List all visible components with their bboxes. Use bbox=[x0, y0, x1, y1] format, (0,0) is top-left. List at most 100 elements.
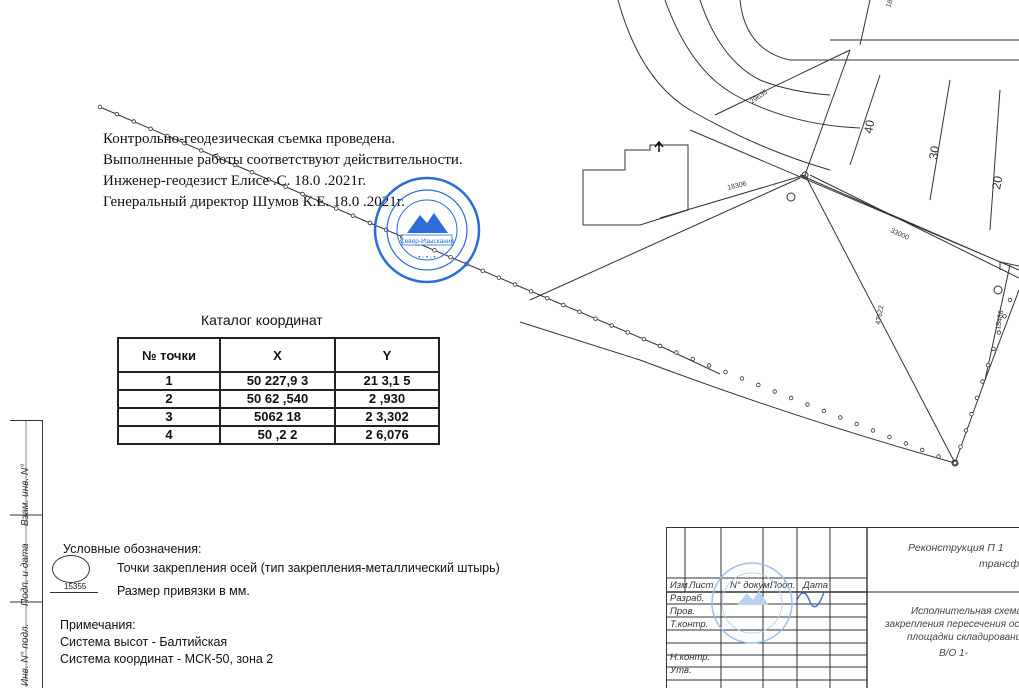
attestation-line: Выполненные работы соответствуют действи… bbox=[103, 152, 463, 168]
survey-point-dot bbox=[625, 330, 630, 335]
fixing-point-symbol-icon bbox=[52, 555, 90, 583]
catalog-title: Каталог координат bbox=[201, 312, 323, 328]
table-header-row: № точки X Y bbox=[117, 337, 440, 373]
road-curve-middle bbox=[664, 0, 861, 129]
tb-doc-line4: В/О 1- bbox=[939, 648, 968, 659]
survey-point-dot bbox=[996, 330, 1002, 335]
survey-point-dot bbox=[739, 376, 745, 381]
title-block-stamp-icon bbox=[711, 562, 793, 644]
survey-point-dot bbox=[952, 460, 958, 466]
title-block: Изм Лист N° докум. Подп. Дата Разраб. Пр… bbox=[666, 527, 1019, 688]
dim-label: 33000 bbox=[889, 227, 910, 241]
dim-label: 18306 bbox=[727, 180, 748, 192]
survey-point-dot bbox=[561, 302, 566, 308]
building-outline bbox=[582, 144, 689, 226]
survey-point-dot bbox=[706, 363, 712, 368]
attestation-line: Контрольно-геодезическая съемка проведен… bbox=[103, 131, 396, 147]
survey-point-dot bbox=[641, 336, 647, 342]
tb-doc-line3: площадки складирования bbox=[907, 632, 1019, 643]
tb-role: Пров. bbox=[670, 606, 696, 617]
point-number: 4 bbox=[117, 425, 221, 445]
north-arrow-icon bbox=[654, 140, 664, 152]
point-marker bbox=[786, 192, 796, 202]
notes-title: Примечания: bbox=[60, 618, 136, 632]
coordinates-table: № точки X Y 1 50 227,9 3 21 3,1 5 2 50 6… bbox=[117, 337, 440, 445]
platform-label: 30 bbox=[926, 145, 942, 161]
survey-point-dot bbox=[991, 346, 996, 352]
svg-text:• ◦ • ◦ •: • ◦ • ◦ • bbox=[418, 255, 435, 261]
survey-point-dot bbox=[980, 379, 985, 384]
point-number: 3 bbox=[117, 407, 221, 427]
road-curve-inner bbox=[699, 0, 831, 96]
survey-point-dot bbox=[690, 356, 695, 362]
tb-role: Т.контр. bbox=[670, 619, 709, 630]
x-value: 50 62 ,540 bbox=[219, 389, 336, 409]
survey-line-curve bbox=[519, 321, 956, 464]
measure-line-3 bbox=[529, 177, 801, 301]
company-stamp-icon: Север-Изыскания • ◦ • ◦ • bbox=[373, 176, 481, 284]
survey-point-dot bbox=[593, 316, 598, 321]
survey-point-dot bbox=[496, 275, 502, 280]
tb-role: Утв. bbox=[670, 665, 692, 676]
survey-point-dot bbox=[772, 389, 777, 394]
x-value: 50 ,2 2 bbox=[219, 425, 336, 445]
notes-coordinate-system: Система координат - МСК-50, зона 2 bbox=[60, 652, 274, 666]
survey-point-dot bbox=[528, 289, 534, 294]
dimension-symbol-icon bbox=[50, 592, 98, 593]
survey-point-dot bbox=[969, 411, 974, 417]
survey-point-dot bbox=[545, 295, 550, 301]
dim-label: 15486 bbox=[995, 310, 1005, 330]
survey-point-dot bbox=[350, 213, 356, 218]
y-value: 2 6,076 bbox=[334, 425, 440, 445]
tb-role: Разраб. bbox=[670, 593, 705, 604]
x-value: 5062 18 bbox=[219, 407, 336, 427]
survey-point-dot bbox=[609, 323, 614, 328]
survey-point-dot bbox=[805, 402, 810, 407]
survey-point-dot bbox=[131, 119, 136, 124]
y-value: 2 3,302 bbox=[334, 407, 440, 427]
dim-label: 18 bbox=[885, 0, 894, 9]
survey-point-dot bbox=[958, 444, 963, 449]
survey-point-dot bbox=[974, 395, 980, 400]
notes-height-system: Система высот - Балтийская bbox=[60, 635, 228, 649]
dim-label: 47522 bbox=[875, 305, 885, 325]
dim-label: 29635 bbox=[749, 89, 769, 106]
column-header-x: X bbox=[219, 337, 336, 373]
survey-point-dot bbox=[985, 363, 991, 368]
margin-frame-lines bbox=[10, 420, 42, 687]
legend-title: Условные обозначения: bbox=[63, 542, 202, 556]
survey-point-dot bbox=[821, 408, 827, 414]
platform-label: 40 bbox=[861, 119, 877, 135]
survey-point-dot bbox=[963, 428, 969, 433]
tb-project-line1: Реконструкция П 1 bbox=[908, 542, 1004, 554]
platform-lines bbox=[689, 39, 1019, 271]
survey-point-dot bbox=[657, 343, 663, 349]
table-row: 2 50 62 ,540 2 ,930 bbox=[117, 389, 440, 409]
survey-point-dot bbox=[903, 441, 909, 446]
survey-point-dot bbox=[920, 447, 925, 453]
y-value: 2 ,930 bbox=[334, 389, 440, 409]
platform-label: 20 bbox=[989, 175, 1005, 191]
survey-point-dot bbox=[674, 350, 679, 355]
x-value: 50 227,9 3 bbox=[219, 371, 336, 391]
tb-role: Н.контр. bbox=[670, 652, 711, 663]
measure-line-1 bbox=[804, 49, 956, 464]
survey-point-dot bbox=[723, 369, 728, 375]
survey-line-right bbox=[954, 289, 1019, 464]
survey-point-dot bbox=[114, 112, 120, 117]
survey-point-dot bbox=[1007, 297, 1013, 303]
point-number: 2 bbox=[117, 389, 221, 409]
survey-point-dot bbox=[887, 434, 892, 440]
survey-point-dot bbox=[870, 428, 876, 433]
y-value: 21 3,1 5 bbox=[334, 371, 440, 391]
survey-point-dot bbox=[97, 104, 103, 110]
tb-header-izm: Изм bbox=[670, 580, 688, 591]
survey-point-dot bbox=[838, 415, 843, 420]
point-number: 1 bbox=[117, 371, 221, 391]
survey-point-dot bbox=[756, 382, 761, 388]
tb-doc-line2: закрепления пересечения осей bbox=[885, 619, 1019, 630]
measure-line-7 bbox=[859, 0, 871, 46]
legend-dimension-number: 15355 bbox=[64, 582, 87, 591]
column-header-y: Y bbox=[334, 337, 440, 373]
tb-project-line2: трансформа bbox=[979, 558, 1019, 570]
